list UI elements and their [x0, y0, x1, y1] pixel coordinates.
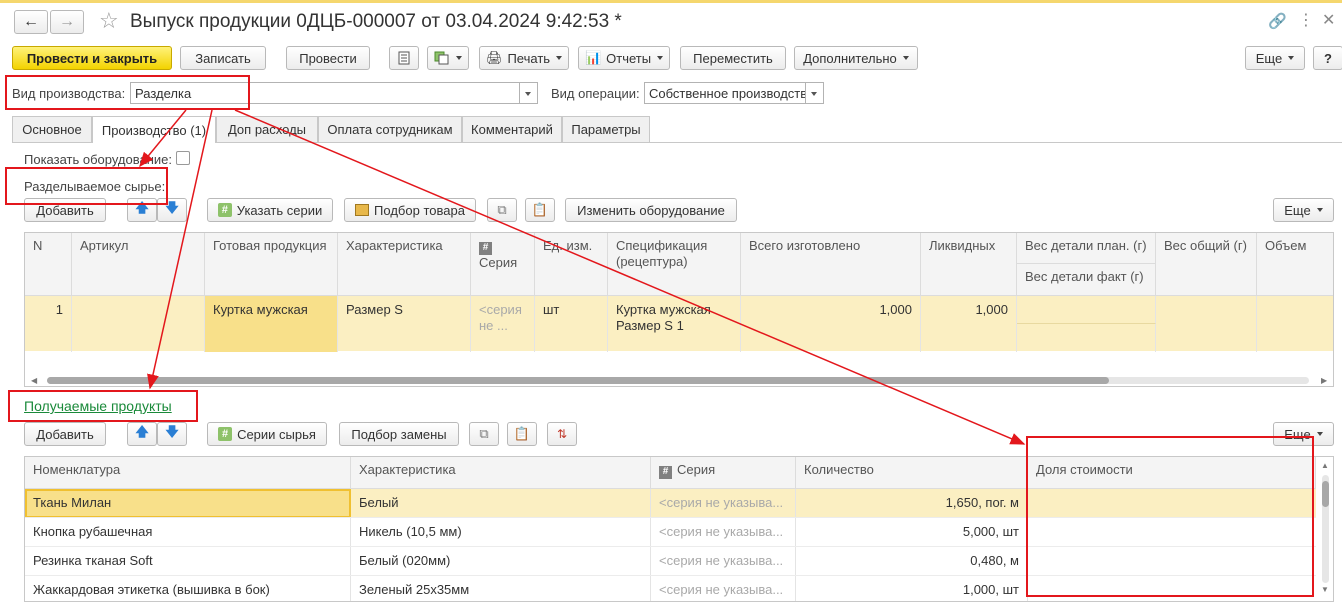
arrow-to-products-title [147, 109, 213, 390]
arrow-to-raw-title [139, 109, 187, 168]
annotation-arrows [139, 109, 1026, 445]
arrow-to-cost-share [234, 109, 1026, 445]
